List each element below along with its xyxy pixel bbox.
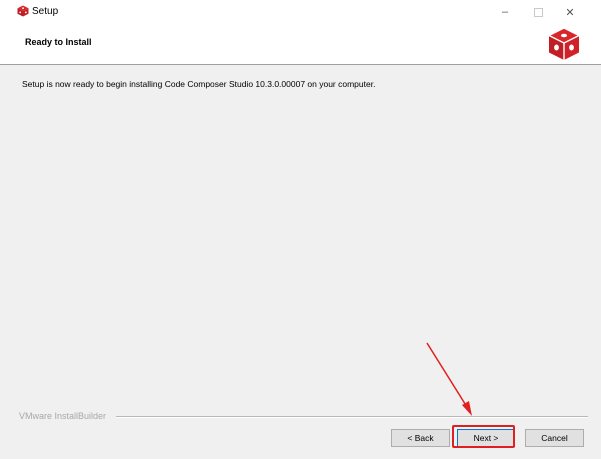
next-button-highlight <box>452 425 515 448</box>
cancel-button[interactable]: Cancel <box>525 429 584 447</box>
wizard-header: Ready to Install <box>0 24 601 65</box>
footer-divider <box>116 416 588 418</box>
close-button[interactable]: ✕ <box>553 0 587 24</box>
maximize-button[interactable] <box>521 0 555 24</box>
minimize-button[interactable]: – <box>488 0 522 24</box>
title-bar[interactable]: Setup – ✕ <box>0 0 601 24</box>
page-title: Ready to Install <box>25 37 92 47</box>
annotation-arrow-icon <box>426 342 472 416</box>
installer-logo-icon <box>547 27 581 60</box>
setup-window: Setup – ✕ Ready to Install Setup is now … <box>0 0 601 459</box>
ready-message: Setup is now ready to begin installing C… <box>22 79 376 89</box>
app-cube-icon <box>17 5 29 17</box>
close-icon: ✕ <box>565 6 575 19</box>
window-title: Setup <box>32 6 59 17</box>
installbuilder-brand: VMware InstallBuilder <box>19 411 107 421</box>
maximize-icon <box>533 7 543 17</box>
back-button[interactable]: < Back <box>391 429 450 447</box>
minimize-icon: – <box>501 6 509 18</box>
